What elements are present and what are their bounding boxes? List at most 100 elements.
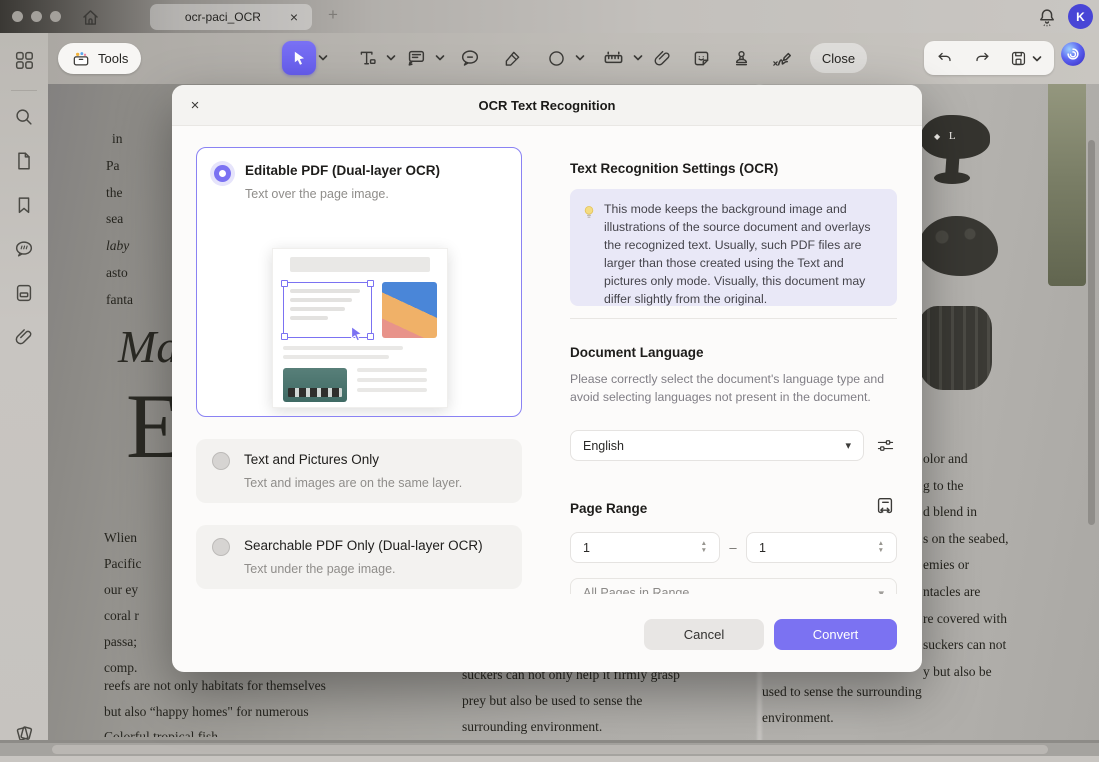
info-text: This mode keeps the background image and… (604, 200, 885, 308)
ai-assistant-button[interactable] (1060, 41, 1086, 67)
ocr-dialog-title: OCR Text Recognition (172, 98, 922, 113)
window-control-close[interactable] (12, 11, 23, 22)
option-searchable-pdf[interactable]: Searchable PDF Only (Dual-layer OCR) Tex… (196, 525, 522, 589)
sidebar-item-paperclip[interactable] (12, 325, 36, 349)
attachment-tool-button[interactable] (645, 41, 679, 75)
spinner-arrows[interactable]: ▲ ▼ (878, 541, 884, 555)
spinner-arrows[interactable]: ▲ ▼ (701, 541, 707, 555)
history-save-panel (924, 41, 1054, 75)
window-control-zoom[interactable] (50, 11, 61, 22)
dialog-close-icon[interactable]: × (184, 94, 206, 116)
language-select[interactable]: English ▾ (570, 430, 864, 461)
sidebar-item-attachments-doc[interactable] (12, 281, 36, 305)
sidebar-item-search[interactable] (12, 105, 36, 129)
ruler-icon (602, 47, 625, 70)
highlighter-tool-button[interactable] (495, 41, 529, 75)
comment-dots-icon (13, 238, 35, 260)
callout-chevron-icon[interactable] (435, 54, 445, 62)
option-subtitle: Text and images are on the same layer. (244, 476, 462, 490)
page-text-right-bottom-lines: used to sense the surrounding environmen… (762, 679, 922, 730)
coral-image-3 (918, 306, 992, 390)
sidebar-item-bookmarks[interactable] (12, 193, 36, 217)
coral-image-label: ◆ L (934, 130, 959, 142)
shapes-chevron-icon[interactable] (575, 54, 585, 62)
bookmark-icon (13, 194, 35, 216)
option-editable-pdf[interactable]: Editable PDF (Dual-layer OCR) Text over … (196, 147, 522, 417)
tab-title: ocr-paci_OCR (160, 10, 286, 24)
user-avatar[interactable]: K (1068, 4, 1093, 29)
vertical-scrollbar[interactable] (1088, 140, 1095, 525)
shapes-tool-button[interactable] (539, 41, 573, 75)
paperclip-icon (652, 48, 673, 69)
left-sidebar (0, 33, 48, 762)
page-range-icon[interactable] (874, 495, 896, 517)
measure-tool-button[interactable] (596, 41, 630, 75)
sidebar-item-page-thumbnails[interactable] (12, 149, 36, 173)
radio-unselected-icon[interactable] (212, 538, 230, 556)
language-options-icon[interactable] (875, 435, 896, 456)
radio-unselected-icon[interactable] (212, 452, 230, 470)
page-from-input[interactable]: 1 ▲ ▼ (570, 532, 720, 563)
home-button[interactable] (78, 5, 102, 29)
language-hint: Please correctly select the document's l… (570, 371, 892, 406)
notifications-button[interactable] (1034, 4, 1060, 30)
select-tool-chevron-icon[interactable] (318, 54, 328, 62)
save-button[interactable] (1007, 47, 1029, 69)
undo-icon (935, 48, 955, 68)
illustration-picture-block (382, 282, 437, 338)
title-bar: ocr-paci_OCR × + K (0, 0, 1099, 34)
option-title: Searchable PDF Only (Dual-layer OCR) (244, 538, 483, 553)
callout-tool-button[interactable] (399, 41, 433, 75)
text-tool-chevron-icon[interactable] (386, 54, 396, 62)
bell-icon (1036, 6, 1058, 28)
redo-icon (972, 48, 992, 68)
stamp-tool-button[interactable] (724, 41, 758, 75)
redo-button[interactable] (971, 47, 993, 69)
chevron-down-icon: ▾ (878, 587, 884, 595)
close-label: Close (822, 51, 855, 66)
chevron-down-icon: ▾ (845, 439, 851, 452)
sidebar-item-comments[interactable] (12, 237, 36, 261)
measure-chevron-icon[interactable] (633, 54, 643, 62)
add-text-tool-button[interactable] (350, 41, 384, 75)
cancel-button[interactable]: Cancel (644, 619, 764, 650)
settings-heading: Text Recognition Settings (OCR) (570, 161, 778, 176)
horizontal-scrollbar-thumb[interactable] (52, 745, 1048, 754)
callout-icon (405, 47, 427, 69)
ai-swirl-icon (1060, 41, 1086, 67)
convert-button[interactable]: Convert (774, 619, 897, 650)
option-text-pictures-only[interactable]: Text and Pictures Only Text and images a… (196, 439, 522, 503)
illustration-keyboard-photo (283, 368, 347, 402)
page-filter-select[interactable]: All Pages in Range ▾ (570, 578, 897, 594)
page-to-input[interactable]: 1 ▲ ▼ (746, 532, 897, 563)
option-title: Editable PDF (Dual-layer OCR) (245, 163, 440, 178)
save-options-chevron-icon[interactable] (1032, 55, 1042, 63)
grid-icon (13, 49, 35, 71)
sidebar-item-tools-grid[interactable] (12, 48, 36, 72)
ocr-dialog: OCR Text Recognition × Editable PDF (Dua… (172, 85, 922, 672)
radio-selected-icon[interactable] (214, 165, 231, 182)
signature-tool-button[interactable] (764, 41, 798, 75)
document-tab[interactable]: ocr-paci_OCR × (150, 4, 312, 30)
range-dash: – (722, 532, 744, 563)
page-text-left-fragments: inPa thesea labyasto fanta (106, 126, 133, 314)
spinner-down-icon: ▼ (878, 548, 884, 555)
page-photo-strip (1048, 84, 1086, 286)
sticker-icon (691, 48, 712, 69)
undo-button[interactable] (934, 47, 956, 69)
illustration-text-selection (283, 282, 372, 338)
tools-button[interactable]: Tools (58, 43, 141, 74)
horizontal-scrollbar-track[interactable] (0, 740, 1099, 762)
selection-cursor-icon (349, 325, 365, 341)
stamp-icon (731, 48, 752, 69)
close-tools-button[interactable]: Close (810, 43, 867, 73)
app-window: { "window": { "tab_title": "ocr-paci_OCR… (0, 0, 1099, 762)
page-to-value: 1 (759, 541, 766, 555)
window-control-minimize[interactable] (31, 11, 42, 22)
sticker-tool-button[interactable] (684, 41, 718, 75)
tab-close-icon[interactable]: × (286, 8, 302, 26)
comment-icon (459, 47, 481, 69)
select-tool-button[interactable] (282, 41, 316, 75)
comment-tool-button[interactable] (453, 41, 487, 75)
new-tab-button[interactable]: + (328, 5, 338, 25)
